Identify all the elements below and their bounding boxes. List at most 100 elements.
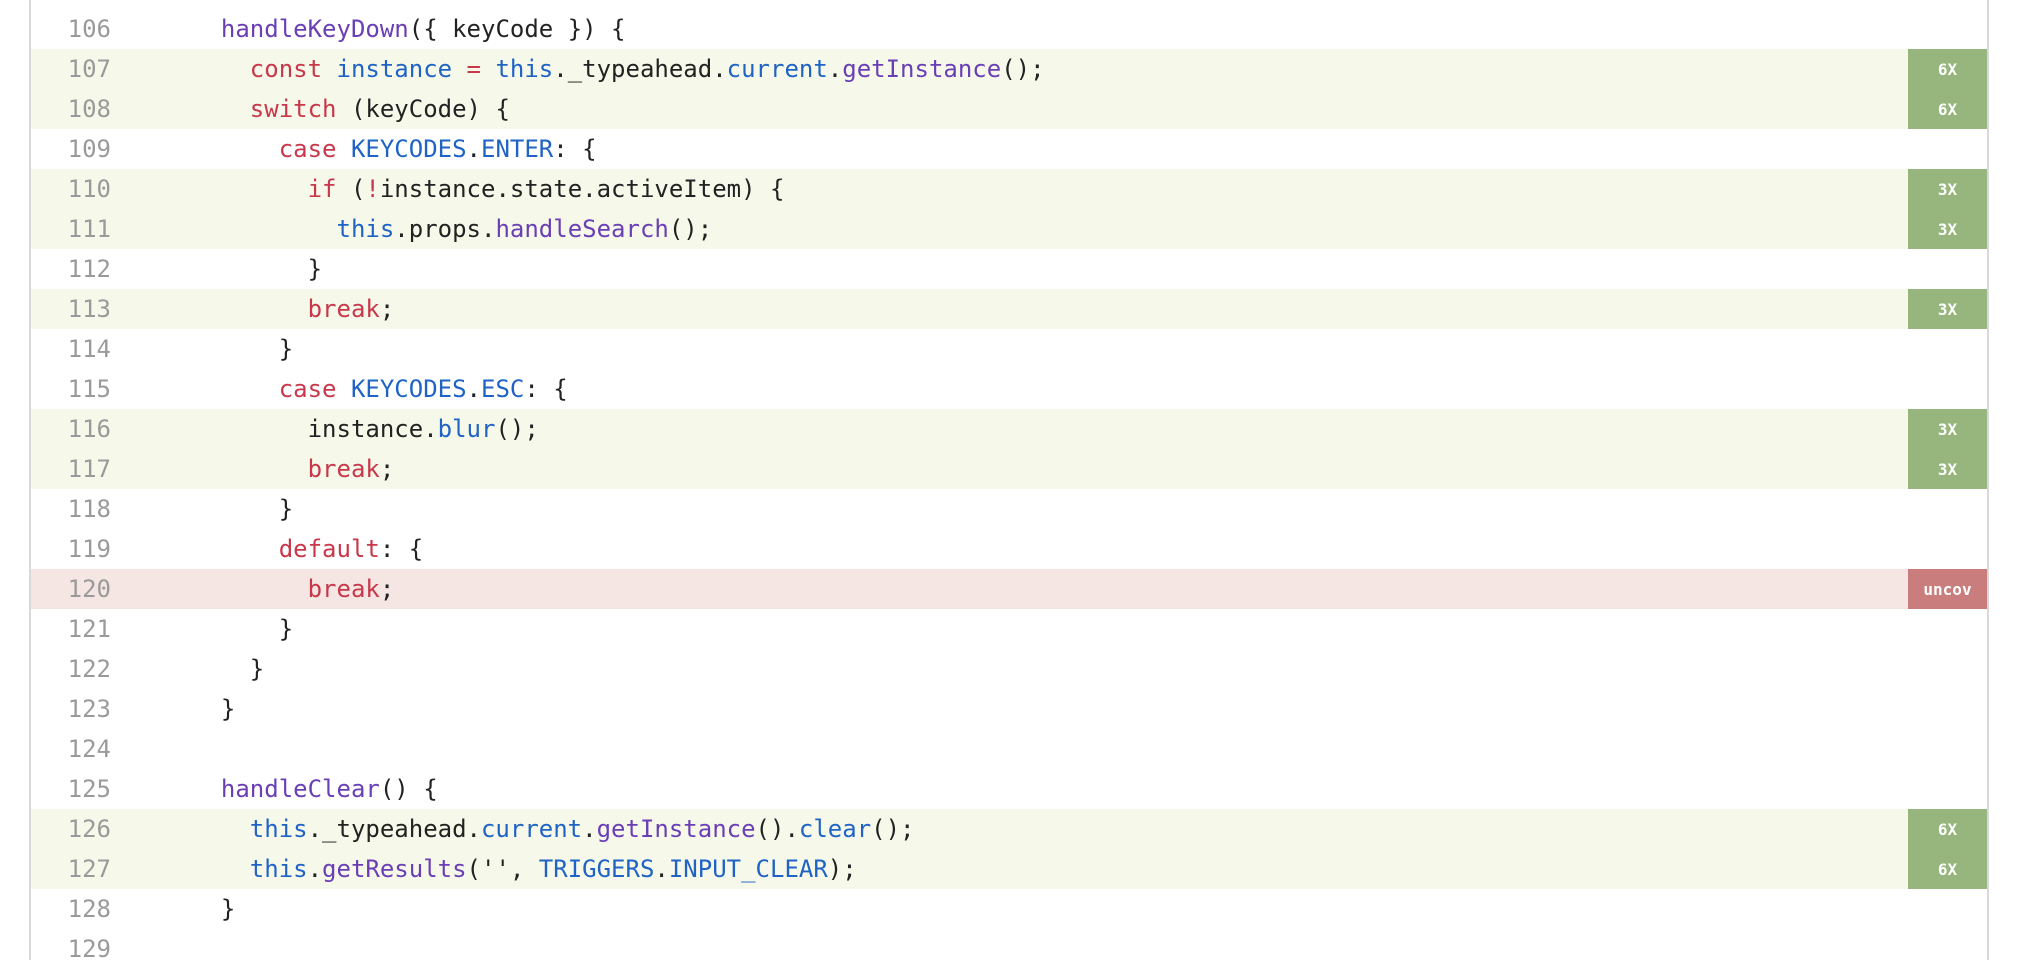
code-line-123: 123 }: [31, 689, 1987, 729]
line-number[interactable]: 121: [31, 615, 111, 643]
line-code: }: [192, 895, 1987, 923]
code-token: }: [278, 615, 294, 643]
code-token: KEYCODES: [350, 375, 467, 403]
code-token: );: [827, 855, 857, 883]
code-token: }: [278, 335, 294, 363]
code-token: instance.: [307, 415, 438, 443]
hit-count-badge: 6X: [1908, 849, 1987, 889]
line-code: this.props.handleSearch();: [192, 215, 1987, 243]
code-line-114: 114 }: [31, 329, 1987, 369]
code-token: }: [249, 655, 265, 683]
line-code: const instance = this._typeahead.current…: [192, 55, 1987, 83]
line-code: break;: [192, 575, 1987, 603]
code-token: : {: [524, 375, 568, 403]
code-token: getInstance: [842, 55, 1002, 83]
code-line-106: 106 handleKeyDown({ keyCode }) {: [31, 9, 1987, 49]
uncovered-badge: uncov: [1908, 569, 1987, 609]
line-code: case KEYCODES.ENTER: {: [192, 135, 1987, 163]
code-token: instance: [336, 55, 453, 83]
line-number[interactable]: 117: [31, 455, 111, 483]
code-line-107: 107 const instance = this._typeahead.cur…: [31, 49, 1987, 89]
line-number[interactable]: 124: [31, 735, 111, 763]
code-line-125: 125 handleClear() {: [31, 769, 1987, 809]
line-number[interactable]: 111: [31, 215, 111, 243]
coverage-code-viewer: 105106 handleKeyDown({ keyCode }) {107 c…: [29, 0, 1989, 960]
code-token: current: [480, 815, 583, 843]
code-line-127: 127 this.getResults('', TRIGGERS.INPUT_C…: [31, 849, 1987, 889]
line-code: if (!instance.state.activeItem) {: [192, 175, 1987, 203]
code-token: handleKeyDown: [220, 15, 409, 43]
line-code: this.getResults('', TRIGGERS.INPUT_CLEAR…: [192, 855, 1987, 883]
line-number[interactable]: 107: [31, 55, 111, 83]
line-number[interactable]: 128: [31, 895, 111, 923]
line-code: this._typeahead.current.getInstance().cl…: [192, 815, 1987, 843]
line-number[interactable]: 123: [31, 695, 111, 723]
line-number[interactable]: 114: [31, 335, 111, 363]
line-number[interactable]: 125: [31, 775, 111, 803]
line-number[interactable]: 129: [31, 935, 111, 960]
line-number[interactable]: 116: [31, 415, 111, 443]
code-token: ('',: [466, 855, 539, 883]
line-number[interactable]: 110: [31, 175, 111, 203]
code-token: ();: [871, 815, 915, 843]
line-number[interactable]: 122: [31, 655, 111, 683]
line-number[interactable]: 119: [31, 535, 111, 563]
hit-count-badge: 3X: [1908, 289, 1987, 329]
code-token: }: [220, 895, 236, 923]
code-token: instance.state.activeItem) {: [379, 175, 785, 203]
code-line-105: 105: [31, 0, 1987, 9]
line-code: handleKeyDown({ keyCode }) {: [192, 15, 1987, 43]
line-number[interactable]: 120: [31, 575, 111, 603]
hit-count-badge: 6X: [1908, 89, 1987, 129]
line-number[interactable]: 109: [31, 135, 111, 163]
code-token: this: [249, 855, 308, 883]
line-code: }: [192, 335, 1987, 363]
line-code: instance.blur();: [192, 415, 1987, 443]
code-token: switch: [249, 95, 337, 123]
hit-count-badge: 3X: [1908, 209, 1987, 249]
code-token: }: [220, 695, 236, 723]
line-number[interactable]: 127: [31, 855, 111, 883]
code-token: .: [827, 55, 843, 83]
code-token: ENTER: [481, 135, 554, 163]
line-number[interactable]: 108: [31, 95, 111, 123]
code-line-129: 129: [31, 929, 1987, 960]
code-token: ._typeahead.: [553, 55, 727, 83]
code-token: .: [466, 135, 481, 163]
hit-count-badge: 6X: [1908, 809, 1987, 849]
line-number[interactable]: 105: [31, 0, 111, 3]
line-number[interactable]: 115: [31, 375, 111, 403]
code-line-120: 120 break; uncov: [31, 569, 1987, 609]
code-token: .props.: [394, 215, 496, 243]
code-token: break: [307, 575, 380, 603]
code-line-124: 124: [31, 729, 1987, 769]
code-token: if: [307, 175, 337, 203]
code-token: this: [495, 55, 554, 83]
line-number[interactable]: 118: [31, 495, 111, 523]
code-line-118: 118 }: [31, 489, 1987, 529]
line-number[interactable]: 106: [31, 15, 111, 43]
code-token: !: [365, 175, 380, 203]
code-token: : {: [553, 135, 597, 163]
line-number[interactable]: 112: [31, 255, 111, 283]
line-number[interactable]: 113: [31, 295, 111, 323]
line-number[interactable]: 126: [31, 815, 111, 843]
hit-count-badge: 6X: [1908, 49, 1987, 89]
code-token: default: [278, 535, 380, 563]
code-token: (: [336, 175, 366, 203]
